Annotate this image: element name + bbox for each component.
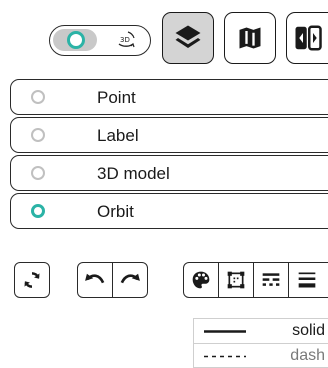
marker-type-orbit[interactable]: Orbit [10, 193, 328, 229]
split-view-icon [295, 25, 322, 51]
palette-icon [192, 271, 210, 289]
dash-line-sample [204, 355, 246, 358]
undo-icon [85, 273, 105, 284]
split-view-button[interactable] [286, 12, 328, 64]
line-width-button[interactable] [288, 262, 328, 298]
sync-icon [24, 272, 40, 288]
marker-type-label: Point [97, 88, 136, 107]
redo-button[interactable] [112, 262, 148, 298]
undo-button[interactable] [77, 262, 113, 298]
rotate-3d-icon[interactable]: 3D [114, 29, 138, 53]
map-icon [239, 27, 261, 49]
solid-line-sample [204, 330, 246, 333]
view-mode-toggle[interactable]: 3D [49, 25, 151, 56]
sync-button[interactable] [14, 262, 50, 298]
line-style-menu: solid dash [193, 318, 328, 368]
marker-type-label-row[interactable]: Label [10, 117, 328, 153]
radio-orbit[interactable] [31, 204, 45, 218]
icon-3d-text: 3D [120, 36, 130, 44]
marker-type-label: Orbit [97, 202, 134, 221]
line-style-label: dash [290, 347, 325, 364]
line-style-icon [262, 273, 280, 286]
marker-type-3d-model[interactable]: 3D model [10, 155, 328, 191]
radio-label[interactable] [31, 128, 45, 142]
color-palette-button[interactable] [183, 262, 219, 298]
line-style-button[interactable] [253, 262, 289, 298]
marker-type-point[interactable]: Point [10, 79, 328, 115]
marker-type-label: 3D model [97, 164, 170, 183]
radio-point[interactable] [31, 90, 45, 104]
marker-type-label: Label [97, 126, 139, 145]
line-style-dash[interactable]: dash [194, 344, 328, 368]
line-style-label: solid [292, 322, 325, 339]
map-button[interactable] [224, 12, 276, 64]
toggle-2d-indicator [67, 31, 85, 49]
redo-icon [120, 273, 140, 284]
layers-button[interactable] [162, 12, 214, 64]
line-style-solid[interactable]: solid [194, 319, 328, 344]
line-width-icon [298, 272, 316, 288]
select-box-icon [227, 271, 245, 289]
radio-3d-model[interactable] [31, 166, 45, 180]
toggle-2d-knob[interactable] [53, 29, 97, 51]
layers-icon [175, 25, 201, 48]
select-button[interactable] [218, 262, 254, 298]
